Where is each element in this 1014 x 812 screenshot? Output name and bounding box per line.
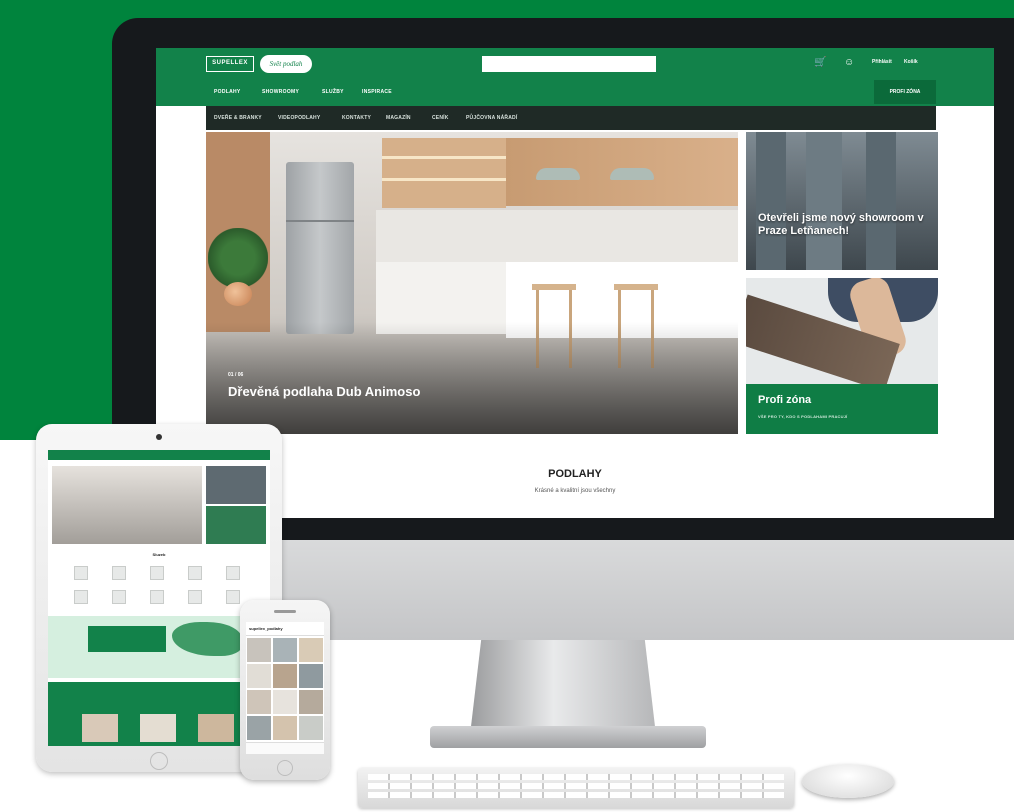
tablet-camera (156, 434, 162, 440)
phone-grid-photo (247, 638, 271, 662)
hero-photo-shelf-wall (382, 138, 506, 208)
keyboard-key-row (368, 783, 784, 789)
hero-shade (206, 322, 738, 434)
phone-profile-bar: supellex_podlahy (246, 622, 324, 636)
phone-grid-photo (273, 638, 297, 662)
phone-grid-photo (247, 664, 271, 688)
tablet-inspiration-thumb (82, 714, 118, 742)
phone-grid-photo (273, 716, 297, 740)
tablet-home-button (150, 752, 168, 770)
nav-item-inspirace[interactable]: INSPIRACE (362, 89, 392, 95)
tablet-category-icon (112, 590, 126, 604)
profi-zone-title: Profi zóna (758, 394, 812, 406)
tablet-category-icon (188, 566, 202, 580)
showroom-photo-building (866, 132, 896, 270)
tablet-hero (52, 466, 202, 544)
tablet-category-icon (112, 566, 126, 580)
phone-speaker (274, 610, 296, 613)
monitor-stand (470, 640, 656, 735)
profi-zone-subtitle: VŠE PRO TY, KDO S PODLAHAMI PRACUJÍ (758, 414, 848, 419)
nav-item-podlahy[interactable]: PODLAHY (214, 89, 241, 95)
phone-grid-photo (299, 638, 323, 662)
tablet-showroom-box (88, 626, 166, 652)
tablet-category-icon (226, 590, 240, 604)
tablet-site-header (48, 450, 270, 460)
showroom-photo-building (756, 132, 786, 270)
keyboard-key-row (368, 792, 784, 798)
showroom-photo-building (806, 132, 842, 270)
profi-zone-button[interactable]: PROFI ZÓNA (874, 80, 936, 104)
subnav-item-dvere[interactable]: DVEŘE & BRANKY (214, 115, 262, 121)
tablet-category-icon (74, 590, 88, 604)
hero-photo-fridge (286, 162, 354, 334)
hero-title[interactable]: Dřevěná podlaha Dub Animoso (228, 384, 428, 399)
phone-grid-photo (299, 664, 323, 688)
tablet-inspiration-thumb (140, 714, 176, 742)
nav-item-showroomy[interactable]: SHOWROOMY (262, 89, 299, 95)
mouse (802, 764, 894, 798)
tablet-tile-profi (206, 506, 266, 544)
hero-photo-backsplash (376, 210, 738, 262)
phone-grid-photo (247, 690, 271, 714)
hero-slide-counter: 01 / 06 (228, 372, 244, 378)
phone-grid-photo (299, 716, 323, 740)
main-nav: PODLAHY SHOWROOMY SLUŽBY INSPIRACE PROFI… (156, 78, 994, 106)
showroom-tile[interactable]: Otevřeli jsme nový showroom v Praze Letň… (746, 132, 938, 270)
hero-photo-plant (208, 228, 268, 288)
hero-photo-lamp (610, 168, 654, 180)
monitor-stand-foot (430, 726, 706, 748)
tablet-category-icon (74, 566, 88, 580)
phone-screen: supellex_podlahy (246, 622, 324, 754)
phone-profile-handle: supellex_podlahy (249, 626, 283, 631)
tablet-category-icon (150, 566, 164, 580)
phone-home-button (277, 760, 293, 776)
tablet-inspiration-thumb (198, 714, 234, 742)
hero-photo-lamp (536, 168, 580, 180)
cart-link[interactable]: Košík (904, 59, 918, 65)
phone-grid-photo (273, 664, 297, 688)
phone-grid-photo (299, 690, 323, 714)
cart-icon[interactable]: 🛒 (814, 57, 828, 69)
tablet-category-icon (150, 590, 164, 604)
showroom-tile-title: Otevřeli jsme nový showroom v Praze Letň… (758, 212, 924, 237)
phone-device: supellex_podlahy (240, 600, 330, 780)
nav-item-sluzby[interactable]: SLUŽBY (322, 89, 344, 95)
logo-tagline[interactable]: Svět podlah (260, 55, 312, 73)
subnav-item-kontakty[interactable]: KONTAKTY (342, 115, 371, 121)
tablet-tile-showroom (206, 466, 266, 504)
site-header: SUPELLEX Svět podlah 🛒 ☺ Přihlásit Košík (156, 48, 994, 78)
subnav-item-video[interactable]: VIDEOPODLAHY (278, 115, 320, 121)
phone-grid-photo (273, 690, 297, 714)
search-input[interactable] (482, 56, 656, 72)
hero-photo-shelf (382, 156, 506, 159)
hero-photo-fridge-seam (286, 220, 354, 222)
profi-zone-band: Profi zóna VŠE PRO TY, KDO S PODLAHAMI P… (746, 384, 938, 434)
hero-photo-pot (224, 282, 252, 306)
logo[interactable]: SUPELLEX (206, 56, 254, 72)
tablet-category-icon (188, 590, 202, 604)
hero-photo-shelf (382, 178, 506, 181)
login-link[interactable]: Přihlásit (872, 59, 892, 65)
tablet-screen: Sluzeb (48, 450, 270, 746)
keyboard (358, 768, 794, 808)
keyboard-key-row (368, 774, 784, 780)
subnav-item-pujcovna[interactable]: PŮJČOVNA NÁŘADÍ (466, 115, 517, 121)
profi-zone-tile[interactable]: Profi zóna VŠE PRO TY, KDO S PODLAHAMI P… (746, 278, 938, 434)
tablet-category-icon (226, 566, 240, 580)
phone-tab-bar (246, 742, 324, 754)
hero-slider[interactable]: 01 / 06 Dřevěná podlaha Dub Animoso (206, 132, 738, 434)
phone-grid-photo (247, 716, 271, 740)
tablet-section-title: Sluzeb (152, 552, 166, 557)
sub-nav: DVEŘE & BRANKY VIDEOPODLAHY KONTAKTY MAG… (206, 106, 936, 130)
subnav-item-magazin[interactable]: MAGAZÍN (386, 115, 411, 121)
subnav-item-cenik[interactable]: CENÍK (432, 115, 449, 121)
user-icon[interactable]: ☺ (844, 57, 856, 69)
